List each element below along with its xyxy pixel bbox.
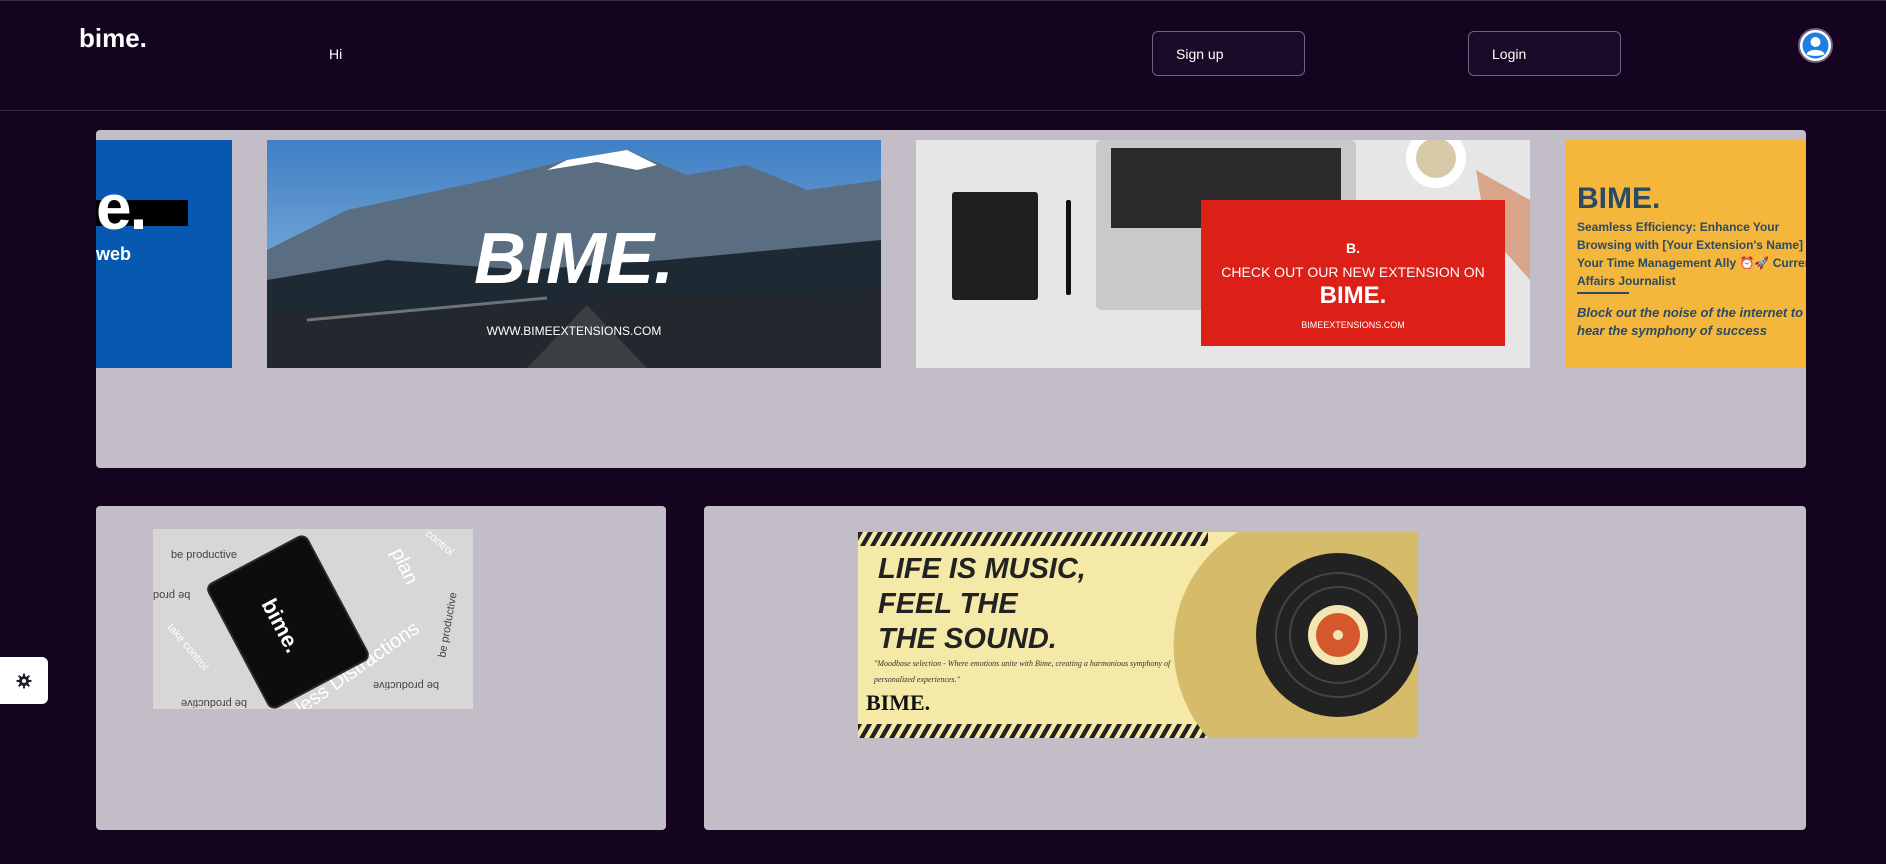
carousel-slide-1[interactable]: e. web xyxy=(96,140,232,368)
slide-text: Seamless Efficiency: Enhance Your Browsi… xyxy=(1577,220,1806,288)
slide-brand: BIME. xyxy=(473,219,674,299)
music-subtitle: "Moodbase selection - Where emotions uni… xyxy=(874,659,1171,684)
music-banner[interactable]: LIFE IS MUSIC, FEEL THE THE SOUND. "Mood… xyxy=(858,532,1418,738)
promo-flag: B. xyxy=(1346,240,1360,256)
music-heading-1: LIFE IS MUSIC, xyxy=(878,553,1086,585)
signup-button[interactable]: Sign up xyxy=(1152,31,1305,76)
tablet-word: be productive xyxy=(171,549,238,561)
carousel-panel: e. web BIME. WWW.BIMEEXTENSIONS.COM B. C… xyxy=(96,130,1806,468)
logo[interactable]: bime. xyxy=(79,23,147,54)
slide-big-text: e. xyxy=(96,171,147,243)
carousel-slide-2[interactable]: BIME. WWW.BIMEEXTENSIONS.COM xyxy=(267,140,881,368)
tablet-image[interactable]: be productive plan take control less Dis… xyxy=(153,529,473,709)
gear-icon xyxy=(16,673,32,688)
slide-quote: Block out the noise of the internet to h… xyxy=(1577,305,1804,338)
tablet-word: be prod xyxy=(153,589,191,601)
login-button[interactable]: Login xyxy=(1468,31,1621,76)
slide-divider xyxy=(1577,292,1629,294)
music-heading: LIFE IS MUSIC, FEEL THE THE SOUND. xyxy=(878,552,1086,657)
carousel-slide-4[interactable]: BIME. Seamless Efficiency: Enhance Your … xyxy=(1565,140,1806,368)
tablet-word: control xyxy=(423,529,457,559)
promo-line-2: BIME. xyxy=(1319,282,1387,309)
tablet-word: take control xyxy=(164,621,211,673)
music-heading-2: FEEL THE xyxy=(878,588,1018,620)
music-heading-3: THE SOUND. xyxy=(878,623,1057,655)
carousel-slide-3[interactable]: B. CHECK OUT OUR NEW EXTENSION ON BIME. … xyxy=(916,140,1530,368)
tablet-word: be productive xyxy=(373,679,440,691)
settings-button[interactable] xyxy=(0,657,48,704)
greeting-text: Hi xyxy=(329,46,343,62)
user-avatar-icon[interactable] xyxy=(1798,28,1833,63)
slide-title: BIME. xyxy=(1577,182,1661,215)
tablet-word: be productive xyxy=(181,697,248,709)
promo-box: B. CHECK OUT OUR NEW EXTENSION ON BIME. … xyxy=(1201,200,1505,346)
promo-line-1: CHECK OUT OUR NEW EXTENSION ON xyxy=(1221,264,1485,280)
promo-line-3: BIMEEXTENSIONS.COM xyxy=(1301,320,1405,330)
tablet-panel: be productive plan take control less Dis… xyxy=(96,506,666,830)
header: bime. Hi Sign up Login xyxy=(0,1,1886,111)
slide-sub-text: web xyxy=(96,244,132,264)
slide-url: WWW.BIMEEXTENSIONS.COM xyxy=(486,324,662,338)
tablet-brand: bime. xyxy=(256,594,306,657)
tablet-word: be productive xyxy=(436,591,460,659)
music-panel: LIFE IS MUSIC, FEEL THE THE SOUND. "Mood… xyxy=(704,506,1806,830)
music-brand: BIME. xyxy=(866,690,931,715)
tablet-word: plan xyxy=(386,544,423,589)
user-icon xyxy=(1800,30,1831,61)
